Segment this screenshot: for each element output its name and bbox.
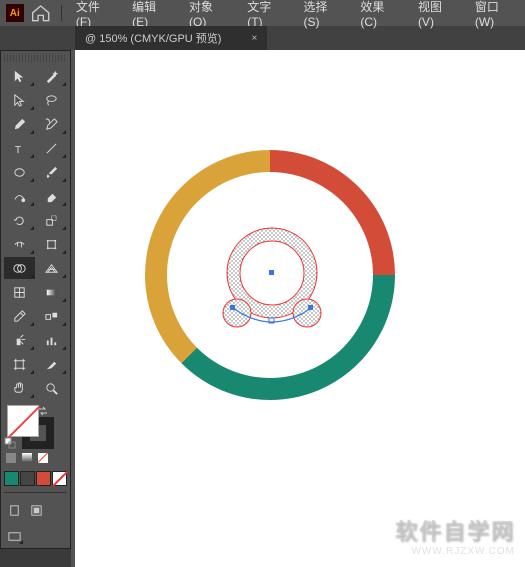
none-indicator: [8, 406, 41, 439]
slice-tool[interactable]: [37, 353, 68, 375]
pen-tool[interactable]: [4, 113, 35, 135]
column-graph-tool[interactable]: [37, 329, 68, 351]
default-fill-stroke-icon[interactable]: [4, 437, 16, 449]
document-tab[interactable]: @ 150% (CMYK/GPU 预览) ×: [75, 26, 267, 50]
document-title: @ 150% (CMYK/GPU 预览): [85, 30, 221, 46]
perspective-grid-tool[interactable]: [37, 257, 68, 279]
mesh-tool[interactable]: [4, 281, 35, 303]
swatch-none[interactable]: [52, 471, 67, 486]
shape-builder-tool[interactable]: [4, 257, 35, 279]
panel-grip[interactable]: [4, 54, 67, 62]
divider: [61, 5, 62, 21]
menu-view[interactable]: 视图(V): [410, 0, 465, 29]
draw-mode-icon[interactable]: [4, 501, 24, 519]
watermark-text: 软件自学网: [395, 514, 515, 546]
magic-wand-tool[interactable]: [37, 65, 68, 87]
app-menubar: Ai 文件(F) 编辑(E) 对象(O) 文字(T) 选择(S) 效果(C) 视…: [0, 0, 525, 26]
hand-tool[interactable]: [4, 377, 35, 399]
type-tool[interactable]: T: [4, 137, 35, 159]
menu-effect[interactable]: 效果(C): [352, 0, 408, 29]
swap-fill-stroke-icon[interactable]: [37, 405, 49, 417]
menu-edit[interactable]: 编辑(E): [124, 0, 179, 29]
canvas-area[interactable]: 软件自学网 WWW.RJZXW.COM: [71, 50, 525, 567]
screen-mode-icon[interactable]: [26, 501, 46, 519]
shaper-tool[interactable]: [4, 185, 35, 207]
tools-panel: T: [0, 50, 71, 549]
rotate-tool[interactable]: [4, 209, 35, 231]
curvature-tool[interactable]: [37, 113, 68, 135]
watermark: 软件自学网 WWW.RJZXW.COM: [395, 514, 515, 557]
screen-mode-row: [4, 501, 67, 519]
menu-type[interactable]: 文字(T): [239, 0, 293, 29]
gradient-tool[interactable]: [37, 281, 68, 303]
color-mode-row: [4, 451, 67, 465]
menu-select[interactable]: 选择(S): [295, 0, 350, 29]
close-tab-icon[interactable]: ×: [251, 33, 257, 44]
zoom-tool[interactable]: [37, 377, 68, 399]
app-logo-text: Ai: [10, 8, 20, 19]
line-tool[interactable]: [37, 137, 68, 159]
home-icon[interactable]: [30, 2, 51, 24]
menu-object[interactable]: 对象(O): [181, 0, 237, 29]
ellipse-tool[interactable]: [4, 161, 35, 183]
selected-shape[interactable]: [205, 218, 340, 338]
swatch-1[interactable]: [4, 471, 19, 486]
color-mode-normal[interactable]: [4, 451, 18, 465]
paintbrush-tool[interactable]: [37, 161, 68, 183]
width-tool[interactable]: [4, 233, 35, 255]
color-mode-gradient[interactable]: [20, 451, 34, 465]
free-transform-tool[interactable]: [37, 233, 68, 255]
swatch-2[interactable]: [20, 471, 35, 486]
menu-file[interactable]: 文件(F): [68, 0, 122, 29]
svg-text:T: T: [15, 145, 22, 156]
scale-tool[interactable]: [37, 209, 68, 231]
direct-selection-tool[interactable]: [4, 89, 35, 111]
menu-window[interactable]: 窗口(W): [467, 0, 525, 29]
lasso-tool[interactable]: [37, 89, 68, 111]
change-screen-mode-icon[interactable]: [4, 527, 24, 545]
color-mode-none[interactable]: [36, 451, 50, 465]
swatch-3[interactable]: [36, 471, 51, 486]
eraser-tool[interactable]: [37, 185, 68, 207]
symbol-sprayer-tool[interactable]: [4, 329, 35, 351]
selection-tool[interactable]: [4, 65, 35, 87]
artboard[interactable]: 软件自学网 WWW.RJZXW.COM: [75, 50, 525, 567]
eyedropper-tool[interactable]: [4, 305, 35, 327]
fill-stroke-section: [4, 405, 67, 449]
watermark-url: WWW.RJZXW.COM: [395, 546, 515, 557]
blend-tool[interactable]: [37, 305, 68, 327]
document-tab-bar: @ 150% (CMYK/GPU 预览) ×: [0, 26, 525, 50]
app-logo: Ai: [6, 4, 24, 22]
fill-color-swatch[interactable]: [7, 405, 39, 437]
divider: [4, 492, 67, 493]
screen-mode-row-2: [4, 527, 67, 545]
recent-swatches: [4, 471, 67, 486]
artboard-tool[interactable]: [4, 353, 35, 375]
